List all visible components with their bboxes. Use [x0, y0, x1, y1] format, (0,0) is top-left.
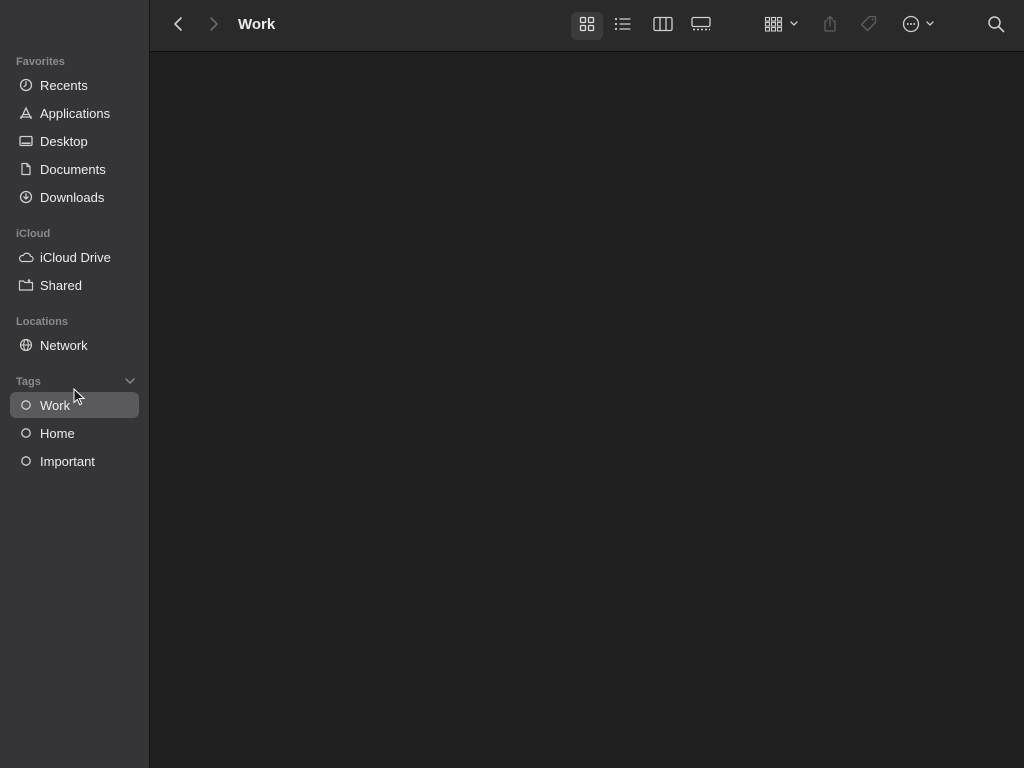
sidebar-item-label: Recents — [40, 77, 88, 93]
sidebar-item-label: Documents — [40, 161, 106, 177]
section-header-icloud: iCloud — [16, 228, 51, 240]
applications-icon — [18, 105, 34, 121]
shared-folder-icon — [18, 277, 34, 293]
clock-icon — [18, 77, 34, 93]
tag-circle-icon — [18, 453, 34, 469]
column-view-button[interactable] — [648, 12, 678, 40]
sidebar-item-label: Downloads — [40, 189, 105, 205]
sidebar-item-label: Network — [40, 337, 88, 353]
sidebar-item-applications[interactable]: Applications — [10, 100, 139, 126]
sidebar-item-documents[interactable]: Documents — [10, 156, 139, 182]
toolbar: Work — [150, 0, 1024, 52]
sidebar-item-desktop[interactable]: Desktop — [10, 128, 139, 154]
sidebar-item-shared[interactable]: Shared — [10, 272, 139, 298]
sidebar-item-label: Important — [40, 453, 95, 469]
more-icon — [902, 15, 936, 38]
group-icon — [764, 16, 800, 37]
tag-circle-icon — [18, 425, 34, 441]
mouse-cursor-icon — [73, 387, 86, 406]
list-view-button[interactable] — [608, 12, 638, 40]
sidebar-item-label: Shared — [40, 277, 82, 293]
window-title: Work — [238, 16, 276, 33]
section-header-favorites: Favorites — [16, 56, 65, 68]
sidebar-item-label: Desktop — [40, 133, 88, 149]
more-actions-button[interactable] — [900, 12, 938, 40]
list-view-icon — [614, 17, 632, 36]
file-content-area[interactable] — [150, 53, 1024, 768]
tag-circle-icon — [18, 397, 34, 413]
collapse-chevron-icon[interactable] — [124, 374, 136, 386]
sidebar-item-label: Applications — [40, 105, 111, 121]
sidebar-item-recents[interactable]: Recents — [10, 72, 139, 98]
sidebar-item-network[interactable]: Network — [10, 332, 139, 358]
forward-icon — [209, 16, 219, 37]
sidebar-item-tag-home[interactable]: Home — [10, 420, 139, 446]
group-button[interactable] — [762, 12, 802, 40]
globe-icon — [18, 337, 34, 353]
finder-window: Favorites Recents Applications Desktop D… — [0, 0, 1024, 768]
cloud-icon — [18, 249, 34, 265]
search-button[interactable] — [984, 12, 1008, 40]
tag-icon — [860, 15, 878, 38]
download-icon — [18, 189, 34, 205]
forward-button[interactable] — [204, 12, 224, 40]
sidebar-item-downloads[interactable]: Downloads — [10, 184, 139, 210]
back-icon — [173, 16, 183, 37]
sidebar: Favorites Recents Applications Desktop D… — [0, 0, 150, 768]
document-icon — [18, 161, 34, 177]
search-icon — [987, 15, 1005, 38]
share-button[interactable] — [818, 12, 842, 40]
sidebar-item-label: Home — [40, 425, 75, 441]
sidebar-item-tag-important[interactable]: Important — [10, 448, 139, 474]
sidebar-item-label: Work — [40, 397, 71, 413]
gallery-view-icon — [691, 16, 711, 37]
icon-view-button[interactable] — [571, 12, 603, 40]
gallery-view-button[interactable] — [686, 12, 716, 40]
tag-button[interactable] — [856, 12, 882, 40]
sidebar-item-icloud-drive[interactable]: iCloud Drive — [10, 244, 139, 270]
section-header-tags: Tags — [16, 376, 41, 388]
column-view-icon — [653, 16, 673, 37]
share-icon — [822, 15, 838, 38]
icon-view-icon — [579, 16, 595, 37]
back-button[interactable] — [168, 12, 188, 40]
section-header-locations: Locations — [16, 316, 68, 328]
sidebar-item-label: iCloud Drive — [40, 249, 111, 265]
desktop-icon — [18, 133, 34, 149]
